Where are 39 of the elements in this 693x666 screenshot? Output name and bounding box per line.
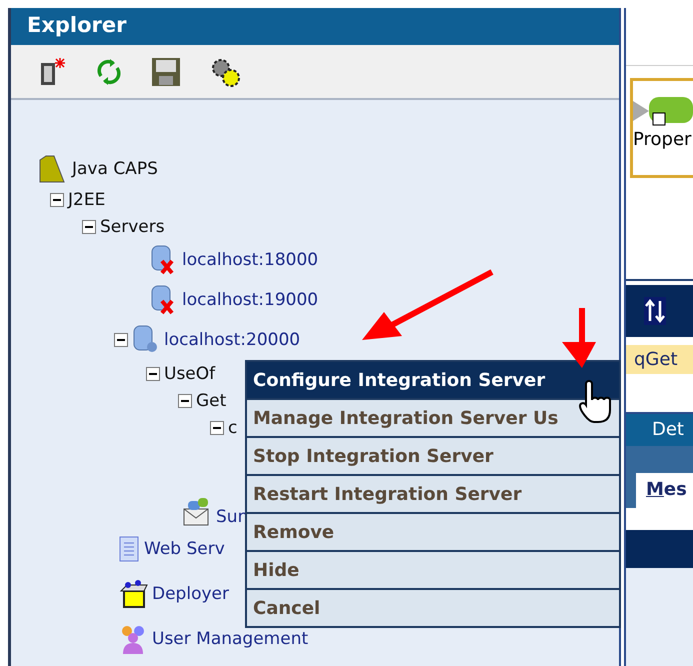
tree-item[interactable]: Servers bbox=[100, 216, 165, 236]
collapse-toggle[interactable] bbox=[50, 192, 64, 206]
tree-item[interactable]: Get bbox=[196, 390, 226, 410]
header-bar bbox=[626, 530, 693, 568]
menu-item[interactable]: Remove bbox=[247, 514, 619, 550]
node-label: Proper bbox=[633, 129, 692, 150]
tree-item[interactable]: Web Serv bbox=[144, 539, 225, 559]
collapse-toggle[interactable] bbox=[210, 420, 224, 434]
new-server-icon[interactable] bbox=[39, 56, 67, 86]
menu-item[interactable]: Restart Integration Server bbox=[247, 476, 619, 512]
tree-item[interactable]: J2EE bbox=[68, 190, 106, 210]
menu-item[interactable]: Cancel bbox=[247, 590, 619, 626]
panel-title: Explorer bbox=[11, 8, 619, 45]
menu-item[interactable]: Manage Integration Server Us bbox=[247, 400, 619, 436]
collapse-toggle[interactable] bbox=[114, 333, 128, 347]
package-icon bbox=[118, 579, 148, 609]
collapse-toggle[interactable] bbox=[178, 394, 192, 408]
menu-item[interactable]: Hide bbox=[247, 552, 619, 588]
tree-item[interactable]: Java CAPS bbox=[72, 159, 158, 179]
hand-cursor-icon bbox=[578, 380, 614, 424]
collapse-toggle[interactable] bbox=[146, 366, 160, 380]
tree-item[interactable]: Deployer bbox=[152, 584, 229, 604]
tree-item[interactable]: localhost:20000 bbox=[164, 330, 300, 350]
tree-item[interactable]: User Management bbox=[152, 629, 308, 649]
tree-item[interactable]: localhost:18000 bbox=[182, 250, 318, 270]
process-node[interactable]: Proper bbox=[630, 78, 693, 178]
save-icon[interactable] bbox=[151, 56, 181, 86]
collapse-toggle[interactable] bbox=[82, 220, 96, 234]
subtab[interactable]: Mes bbox=[636, 473, 693, 508]
refresh-icon[interactable] bbox=[95, 58, 123, 86]
document-icon bbox=[118, 536, 140, 562]
menu-item[interactable]: Stop Integration Server bbox=[247, 438, 619, 474]
tree-item[interactable]: localhost:19000 bbox=[182, 290, 318, 310]
tree-item[interactable]: UseOf bbox=[164, 364, 216, 384]
table-row[interactable]: qGet bbox=[626, 345, 693, 374]
sort-icon[interactable] bbox=[644, 297, 666, 325]
menu-item[interactable]: Configure Integration Server bbox=[247, 362, 619, 398]
tab[interactable]: Det bbox=[626, 412, 693, 446]
tree-item[interactable]: c bbox=[228, 418, 238, 438]
